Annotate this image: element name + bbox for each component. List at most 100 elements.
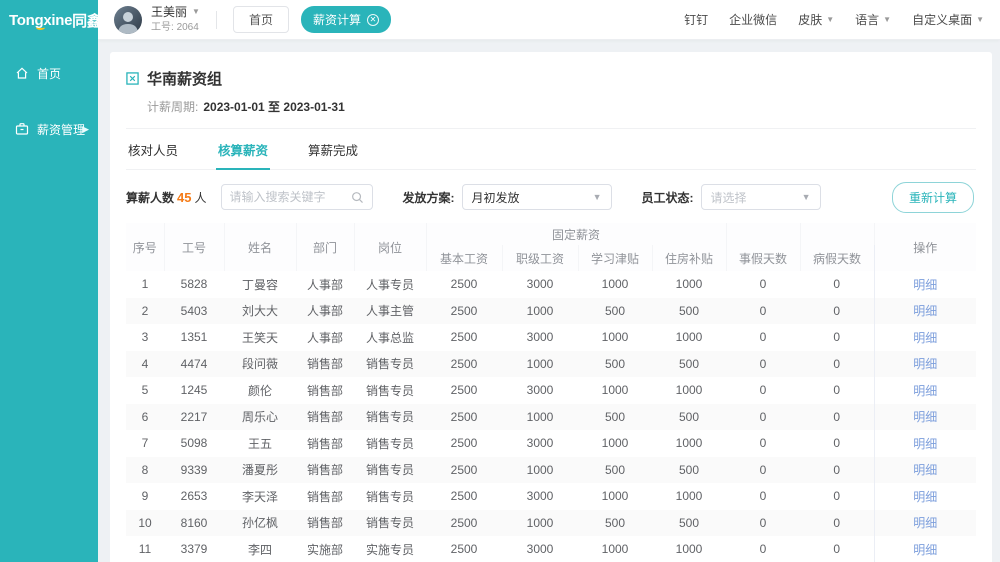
detail-link[interactable]: 明细 [913, 463, 937, 477]
table-cell: 0 [800, 510, 874, 537]
detail-link[interactable]: 明细 [913, 410, 937, 424]
table-cell: 王五 [224, 430, 296, 457]
table-row: 92653李天泽销售部销售专员250030001000100000明细 [126, 483, 976, 510]
tab-2[interactable]: 算薪完成 [306, 129, 360, 169]
chevron-right-icon: ▶ [82, 124, 89, 135]
detail-link[interactable]: 明细 [913, 384, 937, 398]
count-unit: 人 [194, 189, 206, 206]
avatar[interactable] [114, 6, 142, 34]
table-cell: 1000 [652, 536, 726, 562]
detail-link[interactable]: 明细 [913, 437, 937, 451]
sidebar-item-home[interactable]: 首页 [0, 56, 98, 90]
table-cell: 1000 [502, 298, 578, 325]
table-cell: 2500 [426, 536, 502, 562]
table-cell: 段问薇 [224, 351, 296, 378]
payroll-icon [15, 122, 29, 136]
column-header: 岗位 [354, 223, 426, 271]
action-cell: 明细 [874, 324, 976, 351]
recalculate-button[interactable]: 重新计算 [892, 182, 974, 213]
table-cell: 3000 [502, 536, 578, 562]
table-cell: 1245 [164, 377, 224, 404]
table-cell: 0 [800, 324, 874, 351]
header-menu-label: 自定义桌面 [912, 11, 972, 28]
sidebar-item-payroll[interactable]: 薪资管理▶ [0, 112, 98, 146]
table-header: 序号工号姓名部门岗位固定薪资操作基本工资职级工资学习津贴住房补贴事假天数病假天数 [126, 223, 976, 271]
table-cell: 销售专员 [354, 377, 426, 404]
nav-tab-home[interactable]: 首页 [233, 6, 289, 33]
table-cell: 1000 [652, 483, 726, 510]
header-menu-item-3[interactable]: 语言▼ [855, 11, 891, 28]
search-input[interactable] [230, 190, 351, 204]
header-menu-label: 语言 [855, 11, 879, 28]
table-cell: 2500 [426, 483, 502, 510]
table-cell: 销售专员 [354, 457, 426, 484]
header-menu-item-1[interactable]: 企业微信 [729, 11, 777, 28]
sidebar-nav: 首页薪资管理▶ [0, 40, 98, 146]
column-header: 部门 [296, 223, 354, 271]
header-menu-item-0[interactable]: 钉钉 [684, 11, 708, 28]
table-cell: 0 [726, 351, 800, 378]
table-cell: 0 [726, 404, 800, 431]
column-header: 事假天数 [726, 245, 800, 271]
table-cell: 销售专员 [354, 351, 426, 378]
action-cell: 明细 [874, 377, 976, 404]
plan-label: 发放方案: [403, 189, 455, 206]
table-cell: 销售部 [296, 430, 354, 457]
action-cell: 明细 [874, 271, 976, 298]
tab-0[interactable]: 核对人员 [126, 129, 180, 169]
table-cell: 潘夏彤 [224, 457, 296, 484]
column-header: 职级工资 [502, 245, 578, 271]
header-menu-label: 企业微信 [729, 11, 777, 28]
table-body: 15828丁曼容人事部人事专员250030001000100000明细25403… [126, 271, 976, 562]
table-cell: 1000 [502, 510, 578, 537]
detail-link[interactable]: 明细 [913, 490, 937, 504]
table-cell: 销售专员 [354, 430, 426, 457]
detail-link[interactable]: 明细 [913, 543, 937, 557]
table-cell: 9 [126, 483, 164, 510]
table-cell: 3000 [502, 324, 578, 351]
detail-link[interactable]: 明细 [913, 331, 937, 345]
sidebar-item-label: 薪资管理 [37, 121, 85, 138]
detail-link[interactable]: 明细 [913, 278, 937, 292]
nav-tab-salary-calc[interactable]: 薪资计算 ✕ [301, 6, 391, 33]
table-cell: 王笑天 [224, 324, 296, 351]
detail-link[interactable]: 明细 [913, 357, 937, 371]
table-cell: 人事总监 [354, 324, 426, 351]
user-menu[interactable]: 王美丽 ▼ 工号: 2064 [151, 6, 200, 33]
column-header: 学习津贴 [578, 245, 652, 271]
table-cell: 0 [800, 457, 874, 484]
table-cell: 11 [126, 536, 164, 562]
table-row: 31351王笑天人事部人事总监250030001000100000明细 [126, 324, 976, 351]
table-cell: 0 [800, 404, 874, 431]
detail-link[interactable]: 明细 [913, 304, 937, 318]
detail-link[interactable]: 明细 [913, 516, 937, 530]
action-cell: 明细 [874, 351, 976, 378]
table-cell: 销售部 [296, 457, 354, 484]
table-cell: 500 [578, 457, 652, 484]
search-icon[interactable] [351, 191, 364, 204]
table-cell: 人事部 [296, 324, 354, 351]
action-cell: 明细 [874, 483, 976, 510]
table-cell: 2500 [426, 377, 502, 404]
search-box[interactable] [221, 184, 373, 210]
table-row: 15828丁曼容人事部人事专员250030001000100000明细 [126, 271, 976, 298]
status-select[interactable]: 请选择 ▼ [701, 184, 821, 210]
header-menu-item-2[interactable]: 皮肤▼ [798, 11, 834, 28]
column-header: 病假天数 [800, 245, 874, 271]
header-menu-label: 钉钉 [684, 11, 708, 28]
close-tab-icon[interactable]: ✕ [367, 14, 379, 26]
table-cell: 0 [726, 536, 800, 562]
brand-logo[interactable]: Tongxine同鑫 [0, 0, 98, 40]
header-menu-item-4[interactable]: 自定义桌面▼ [912, 11, 984, 28]
tab-1[interactable]: 核算薪资 [216, 129, 270, 169]
table-cell: 0 [726, 377, 800, 404]
status-label: 员工状态: [642, 189, 694, 206]
nav-tab-salary-calc-label: 薪资计算 [313, 11, 361, 28]
plan-select[interactable]: 月初发放 ▼ [462, 184, 612, 210]
table-cell: 1351 [164, 324, 224, 351]
table-cell: 1000 [578, 483, 652, 510]
table-cell: 1000 [652, 271, 726, 298]
content-card: 华南薪资组 计薪周期:2023-01-01 至 2023-01-31 核对人员核… [110, 52, 992, 562]
table-cell: 销售部 [296, 351, 354, 378]
table-cell: 实施专员 [354, 536, 426, 562]
